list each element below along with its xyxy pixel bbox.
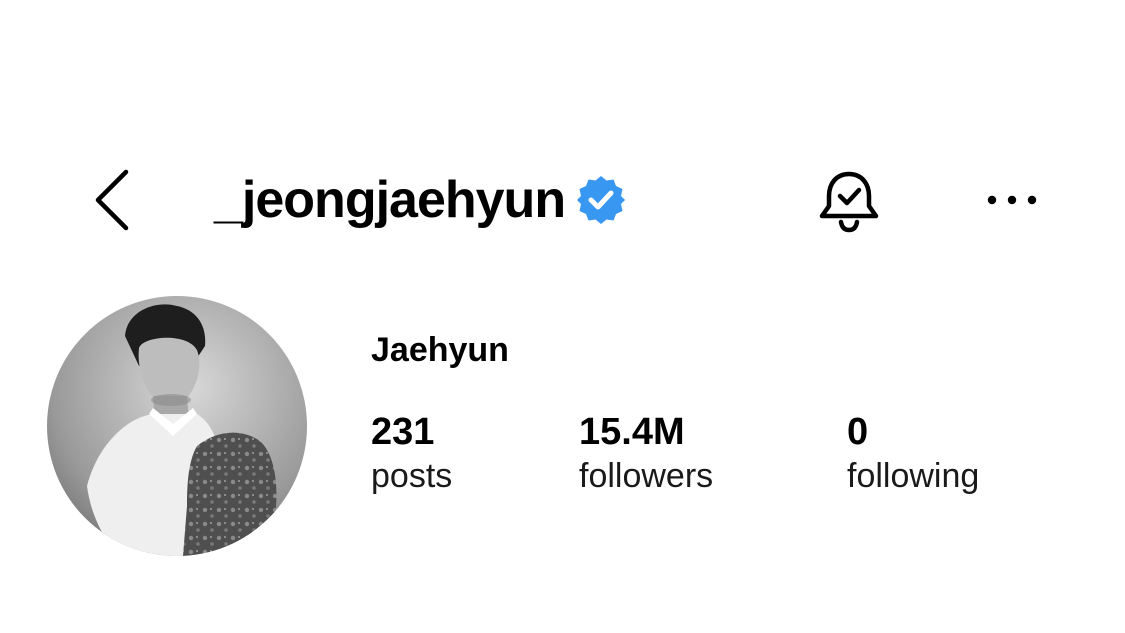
more-horizontal-icon [987, 195, 1037, 205]
following-count: 0 [847, 411, 869, 453]
posts-count: 231 [371, 411, 435, 453]
following-stat[interactable]: 0 following [847, 411, 980, 497]
followers-count: 15.4M [579, 411, 685, 453]
bell-check-icon [819, 171, 879, 233]
avatar[interactable] [47, 296, 307, 556]
profile-photo [47, 296, 307, 556]
chevron-left-icon [95, 169, 129, 231]
notifications-button[interactable] [814, 166, 884, 236]
username-block: _jeongjaehyun [214, 164, 627, 236]
followers-label: followers [579, 456, 714, 495]
back-button[interactable] [84, 162, 144, 238]
posts-stat[interactable]: 231 posts [371, 411, 453, 497]
profile-header: _jeongjaehyun [0, 150, 1125, 250]
username: _jeongjaehyun [214, 171, 566, 229]
followers-stat[interactable]: 15.4M followers [579, 411, 714, 497]
following-label: following [847, 456, 980, 495]
display-name: Jaehyun [371, 331, 509, 369]
more-options-button[interactable] [982, 174, 1042, 226]
profile-summary: Jaehyun 231 posts 15.4M followers 0 foll… [0, 290, 1125, 570]
posts-label: posts [371, 456, 453, 495]
verified-badge-icon [577, 176, 626, 224]
